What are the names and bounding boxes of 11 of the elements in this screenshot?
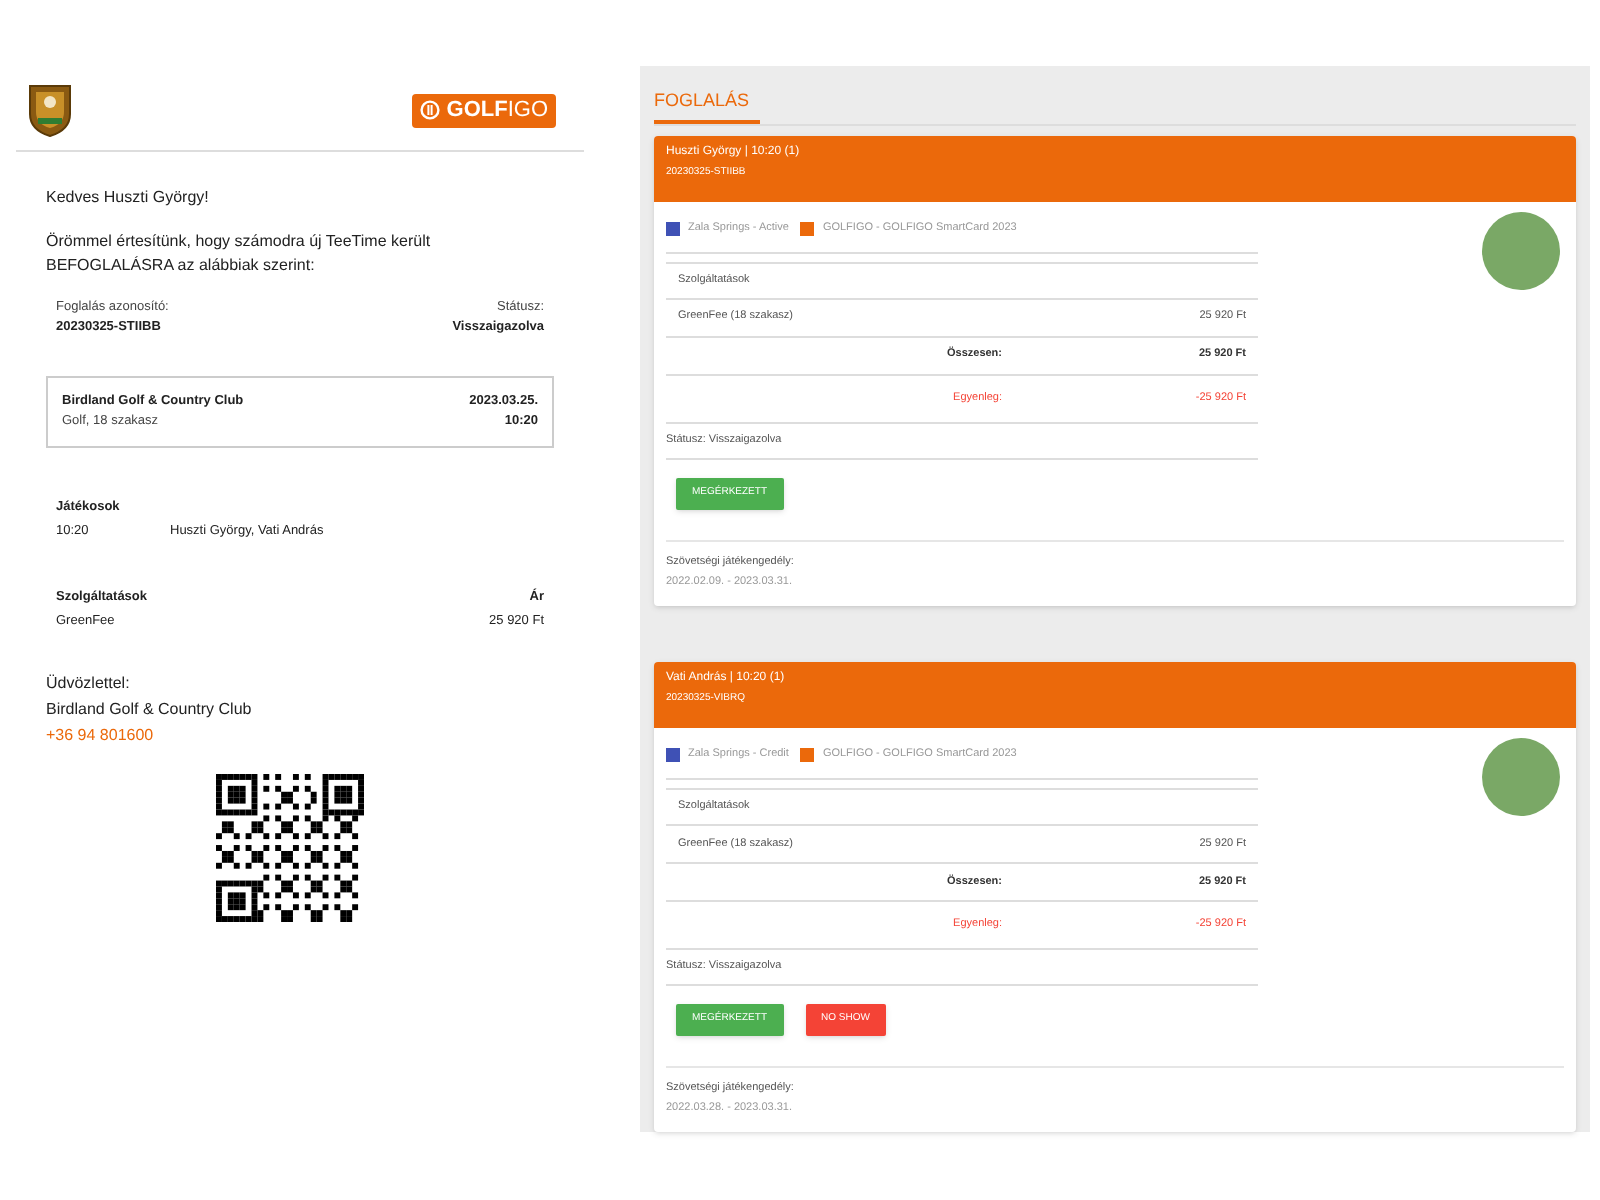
signoff-text: Birdland Golf & Country Club bbox=[46, 698, 254, 722]
signoff-text: Üdvözlettel: bbox=[46, 672, 132, 696]
photo-placeholder bbox=[1482, 211, 1560, 289]
photo-placeholder bbox=[1482, 737, 1560, 816]
panel-title: FOGLALÁS bbox=[654, 88, 760, 123]
logo-text: GOLFIGO bbox=[446, 99, 548, 121]
intro-text: Örömmel értesítünk, hogy számodra új TeeTime került BEFOGLALÁSRA az alábbiak szerint: bbox=[46, 230, 433, 278]
greeting-text: Kedves Huszti György! bbox=[46, 186, 211, 210]
crest-icon bbox=[28, 82, 72, 138]
phone-link[interactable]: +36 94 801600 bbox=[46, 722, 554, 748]
logo-icon bbox=[420, 100, 441, 120]
